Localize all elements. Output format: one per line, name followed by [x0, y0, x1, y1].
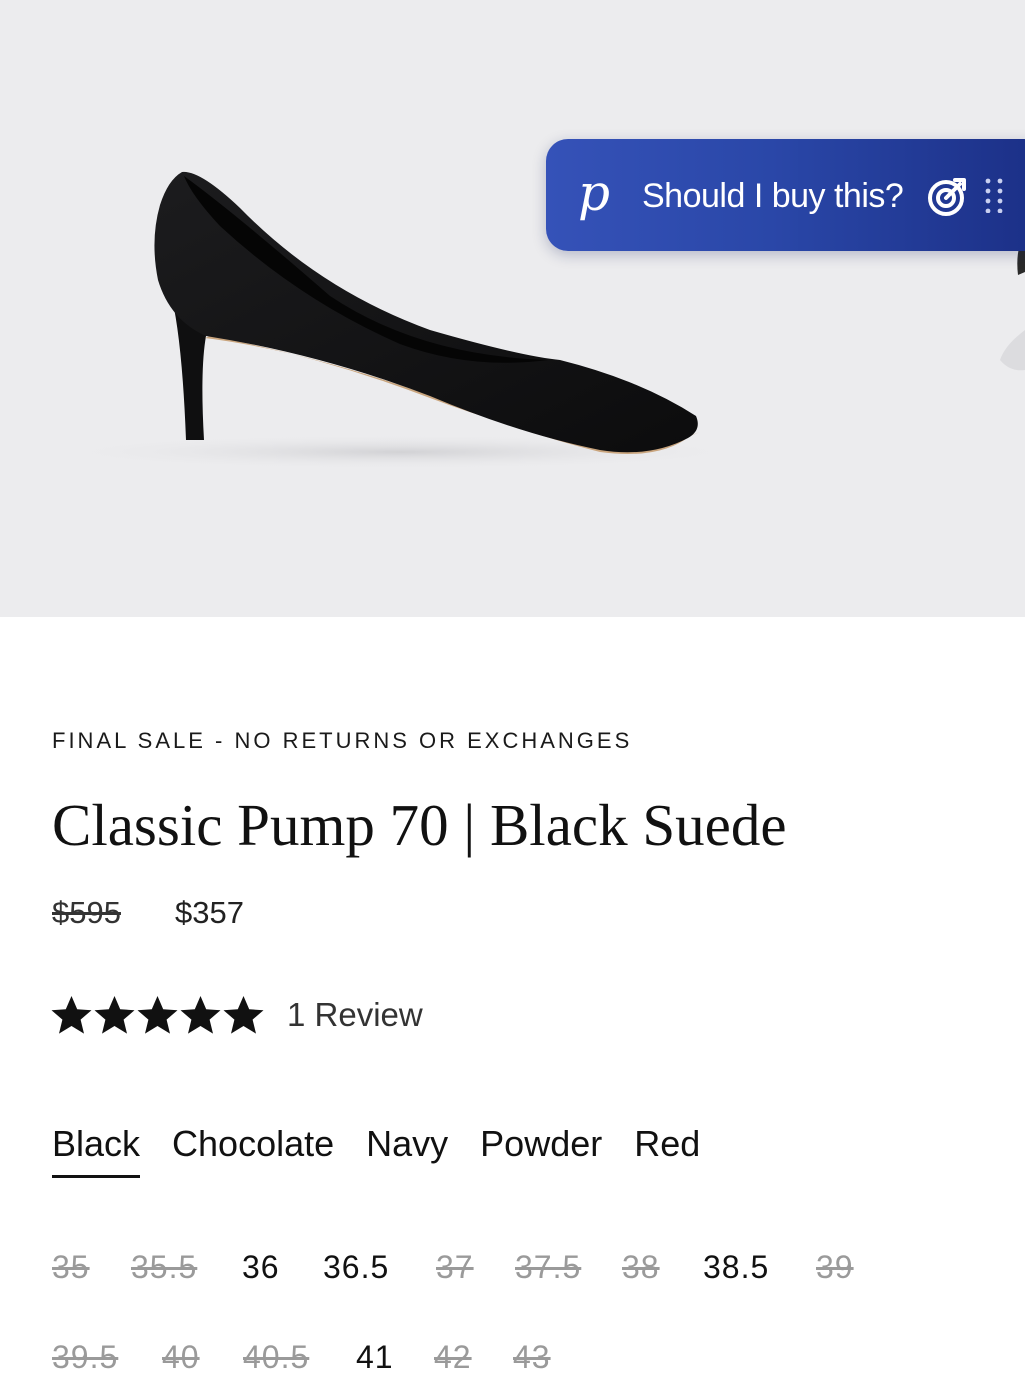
rating-summary[interactable]: 1 Review	[50, 994, 423, 1036]
final-sale-notice: FINAL SALE - NO RETURNS OR EXCHANGES	[52, 728, 633, 753]
size-option-36[interactable]: 36	[242, 1247, 280, 1287]
size-option-39-5[interactable]: 39.5	[52, 1337, 118, 1377]
size-option-40-5[interactable]: 40.5	[243, 1337, 309, 1377]
product-image[interactable]	[0, 0, 1025, 617]
color-selector: Black Chocolate Navy Powder Red	[52, 1122, 700, 1178]
black-suede-pump-image	[40, 171, 1025, 470]
star-icon	[51, 996, 92, 1034]
size-option-39[interactable]: 39	[816, 1247, 854, 1287]
star-icon	[223, 996, 264, 1034]
star-icon	[180, 996, 221, 1034]
size-option-43[interactable]: 43	[513, 1337, 551, 1377]
review-count-link[interactable]: 1 Review	[287, 996, 423, 1034]
size-option-40[interactable]: 40	[162, 1337, 200, 1377]
product-title: Classic Pump 70 | Black Suede	[52, 792, 787, 858]
sale-price: $357	[175, 895, 244, 930]
color-option-chocolate[interactable]: Chocolate	[172, 1122, 334, 1178]
size-option-37[interactable]: 37	[436, 1247, 474, 1287]
size-option-38[interactable]: 38	[622, 1247, 660, 1287]
size-option-35-5[interactable]: 35.5	[131, 1247, 197, 1287]
size-option-35[interactable]: 35	[52, 1247, 90, 1287]
size-option-38-5[interactable]: 38.5	[703, 1247, 769, 1287]
drag-handle-icon[interactable]	[983, 177, 1005, 213]
size-option-41[interactable]: 41	[356, 1337, 394, 1377]
assistant-prompt-label[interactable]: Should I buy this?	[642, 176, 904, 216]
color-option-powder[interactable]: Powder	[480, 1122, 602, 1178]
star-icon	[94, 996, 135, 1034]
star-rating	[50, 994, 265, 1036]
size-option-37-5[interactable]: 37.5	[515, 1247, 581, 1287]
target-check-icon[interactable]	[926, 176, 968, 218]
size-option-36-5[interactable]: 36.5	[323, 1247, 389, 1287]
color-option-black[interactable]: Black	[52, 1122, 141, 1178]
color-option-navy[interactable]: Navy	[366, 1122, 448, 1178]
size-option-42[interactable]: 42	[434, 1337, 472, 1377]
assistant-logo-icon: p	[578, 164, 611, 222]
original-price: $595	[52, 895, 121, 930]
color-option-red[interactable]: Red	[634, 1122, 700, 1178]
star-icon	[137, 996, 178, 1034]
